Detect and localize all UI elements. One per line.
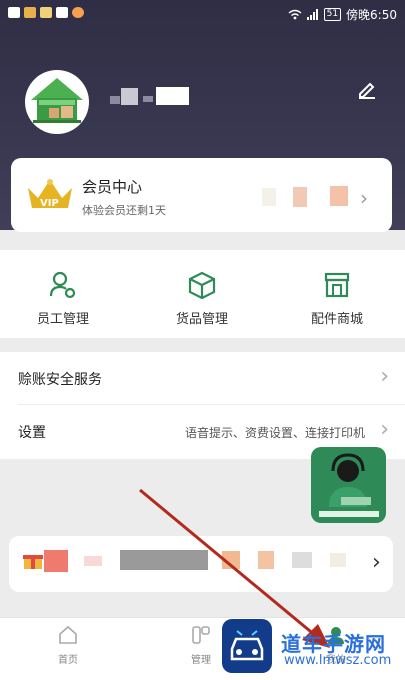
avatar[interactable] (25, 70, 89, 134)
battery-indicator: 51 (323, 8, 342, 21)
username-blur (121, 88, 138, 105)
promo-blur (120, 550, 208, 570)
shortcut-staff[interactable]: 员工管理 (8, 270, 118, 327)
gift-icon (23, 555, 43, 569)
signal-icon (306, 9, 318, 20)
vip-subtitle: 体验会员还剩1天 (82, 204, 166, 217)
promo-blur (84, 556, 102, 566)
tab-home[interactable]: 首页 (38, 625, 98, 666)
status-bar: 51 傍晚6:50 (0, 0, 405, 28)
shortcut-store[interactable]: 配件商城 (282, 270, 392, 327)
shortcut-label: 货品管理 (175, 312, 228, 327)
customer-service-button[interactable] (311, 447, 386, 523)
chevron-right-icon: › (380, 364, 389, 389)
app-notification-icon (72, 7, 84, 18)
watermark-url: www.lmwsz.com (284, 653, 392, 668)
edit-icon[interactable] (356, 78, 378, 100)
promo-blur (258, 551, 274, 569)
username-blur (143, 96, 153, 102)
app-notification-icon (40, 7, 52, 18)
promo-blur (44, 550, 68, 572)
username-blur (110, 96, 120, 104)
svg-text:VIP: VIP (40, 198, 59, 209)
clock: 傍晚6:50 (346, 8, 397, 22)
car-icon (230, 630, 264, 661)
app-notification-icon (24, 7, 36, 18)
menu-item-label: 赊账安全服务 (18, 372, 102, 388)
menu-item-label: 设置 (18, 425, 46, 441)
promo-blur (222, 551, 240, 569)
vip-chevron-icon: › (360, 186, 368, 210)
shortcut-label: 配件商城 (310, 312, 363, 327)
store-icon (324, 272, 350, 298)
manage-icon (192, 626, 210, 644)
vip-crown-icon: VIP (28, 179, 72, 209)
staff-icon (49, 271, 76, 299)
shortcut-label: 员工管理 (36, 312, 89, 327)
message-icon (8, 7, 20, 18)
customer-service-icon (319, 453, 379, 517)
promo-blur (330, 553, 346, 567)
wifi-icon (288, 9, 302, 20)
box-icon (188, 271, 216, 300)
tab-label: 首页 (58, 655, 78, 666)
promo-blur (292, 552, 312, 568)
watermark-logo (222, 619, 272, 673)
vip-title: 会员中心 (82, 178, 143, 196)
shortcut-goods[interactable]: 货品管理 (147, 270, 257, 327)
home-icon (59, 625, 77, 644)
menu-item-value: 语音提示、资费设置、连接打印机 (184, 426, 365, 440)
vip-blur (262, 188, 276, 206)
menu-item-credit-security[interactable]: 赊账安全服务 › (0, 352, 405, 404)
app-notification-icon (56, 7, 68, 18)
notification-icons (8, 7, 84, 18)
vip-blur (293, 187, 307, 207)
username-blur (156, 87, 189, 105)
shop-avatar-icon (31, 78, 83, 123)
chevron-right-icon: › (380, 417, 389, 442)
status-right: 51 傍晚6:50 (288, 6, 397, 23)
promo-chevron-icon: › (372, 550, 381, 575)
vip-blur (330, 186, 348, 206)
